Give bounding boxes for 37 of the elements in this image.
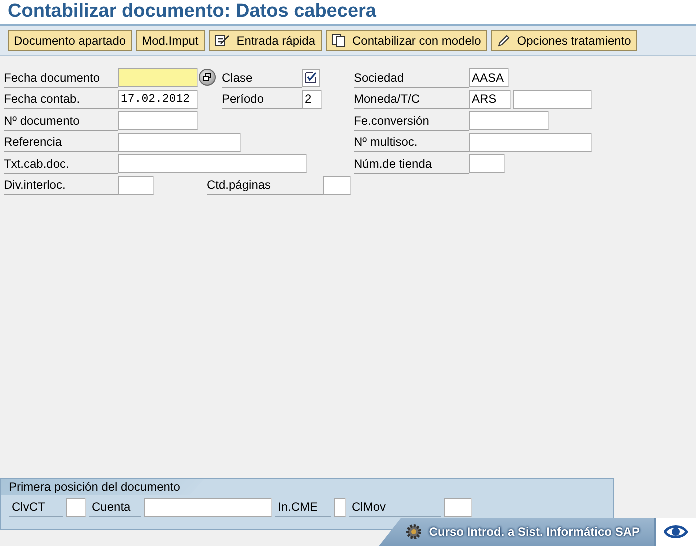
pencil-icon: [497, 34, 512, 48]
window-title: Contabilizar documento: Datos cabecera: [0, 0, 696, 24]
input-field[interactable]: [118, 154, 307, 174]
input-field[interactable]: [118, 68, 198, 88]
input-field[interactable]: [118, 176, 154, 195]
windows-icon: [203, 73, 212, 82]
popup-button[interactable]: [199, 69, 216, 86]
toolbar-button[interactable]: Mod.Imput: [136, 30, 205, 51]
field-label: In.CME: [275, 498, 331, 517]
toolbar-button[interactable]: Documento apartado: [8, 30, 132, 51]
status-text: Curso Introd. a Sist. Informático SAP: [429, 525, 640, 539]
field-label: ClvCT: [9, 498, 63, 517]
toolbar-button[interactable]: Opciones tratamiento: [491, 30, 638, 51]
input-field[interactable]: 2: [302, 90, 322, 109]
copy-icon: [332, 34, 347, 48]
input-field[interactable]: [144, 498, 272, 517]
input-field[interactable]: [444, 498, 472, 517]
input-field[interactable]: [469, 154, 505, 174]
input-field[interactable]: [118, 132, 241, 152]
input-field[interactable]: [118, 111, 198, 130]
toolbar-button[interactable]: Entrada rápida: [208, 30, 322, 51]
field-label: ClMov: [349, 498, 441, 517]
input-field[interactable]: [323, 176, 351, 195]
input-field[interactable]: [513, 90, 592, 109]
input-field[interactable]: [469, 132, 592, 152]
toolbar-button[interactable]: Contabilizar con modelo: [326, 30, 488, 51]
input-field[interactable]: AASA: [469, 68, 509, 88]
eye-icon[interactable]: [664, 524, 688, 540]
input-field[interactable]: [334, 498, 346, 517]
form-pen-icon: [214, 34, 231, 48]
field-label: Cuenta: [89, 498, 141, 517]
input-field[interactable]: [469, 111, 549, 130]
gear-icon: [405, 523, 424, 541]
input-field[interactable]: ARS: [469, 90, 511, 109]
input-field[interactable]: [66, 498, 86, 517]
input-field[interactable]: 17.02.2012: [118, 90, 198, 109]
checkbox[interactable]: [302, 68, 320, 87]
